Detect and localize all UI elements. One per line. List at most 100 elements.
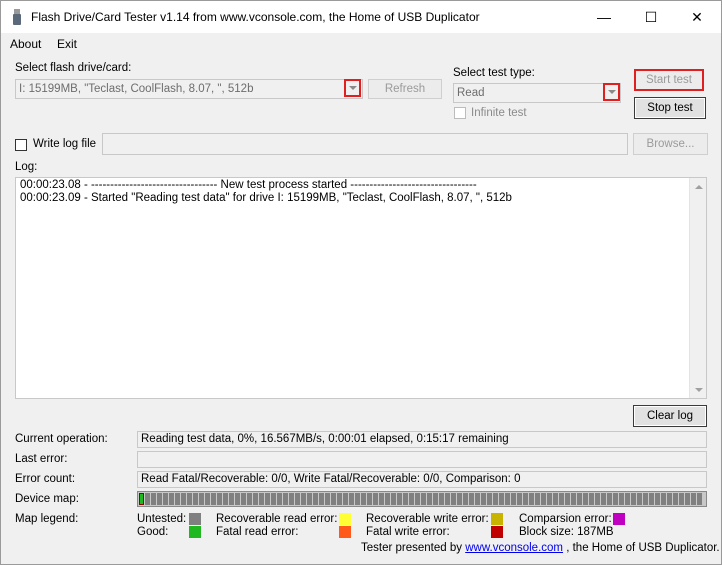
device-map-block <box>451 493 456 505</box>
device-map-block <box>481 493 486 505</box>
infinite-test-checkbox[interactable] <box>454 107 466 119</box>
device-map-block <box>553 493 558 505</box>
vconsole-link[interactable]: www.vconsole.com <box>465 542 563 554</box>
maximize-button[interactable]: ☐ <box>628 1 674 33</box>
test-type-dropdown-button[interactable] <box>603 83 620 101</box>
legend-fatal-write-label: Fatal write error: <box>366 526 450 538</box>
chevron-down-icon <box>348 86 357 90</box>
device-map-block <box>655 493 660 505</box>
app-window: Flash Drive/Card Tester v1.14 from www.v… <box>0 0 722 565</box>
device-map-block <box>361 493 366 505</box>
browse-button[interactable]: Browse... <box>633 133 708 155</box>
usb-drive-icon <box>13 9 21 25</box>
device-map-block <box>325 493 330 505</box>
last-error-label: Last error: <box>15 453 68 465</box>
map-legend-label: Map legend: <box>15 513 79 525</box>
device-map-block <box>643 493 648 505</box>
device-map-block <box>511 493 516 505</box>
device-map-block <box>181 493 186 505</box>
minimize-button[interactable]: — <box>581 1 627 33</box>
test-type-label: Select test type: <box>453 67 535 79</box>
write-log-checkbox[interactable] <box>15 139 27 151</box>
device-map-block <box>409 493 414 505</box>
drive-label: Select flash drive/card: <box>15 62 132 74</box>
log-file-path-input[interactable] <box>102 133 628 155</box>
device-map-block <box>439 493 444 505</box>
device-map-block <box>589 493 594 505</box>
window-title: Flash Drive/Card Tester v1.14 from www.v… <box>31 10 480 24</box>
device-map-block <box>307 493 312 505</box>
device-map-block <box>373 493 378 505</box>
device-map-block <box>229 493 234 505</box>
clear-log-button[interactable]: Clear log <box>633 405 707 427</box>
legend-untested-label: Untested: <box>137 513 187 525</box>
device-map-block <box>169 493 174 505</box>
device-map-block <box>475 493 480 505</box>
device-map-block <box>175 493 180 505</box>
device-map-block <box>463 493 468 505</box>
device-map-block <box>427 493 432 505</box>
device-map-block <box>145 493 150 505</box>
device-map-block <box>649 493 654 505</box>
refresh-button[interactable]: Refresh <box>368 79 442 99</box>
device-map-block <box>193 493 198 505</box>
device-map-block <box>433 493 438 505</box>
device-map-block <box>457 493 462 505</box>
device-map-block <box>355 493 360 505</box>
device-map-block <box>619 493 624 505</box>
device-map-block <box>253 493 258 505</box>
log-textarea[interactable]: 00:00:23.08 - --------------------------… <box>15 177 707 399</box>
device-map-block <box>391 493 396 505</box>
device-map-block <box>385 493 390 505</box>
title-bar: Flash Drive/Card Tester v1.14 from www.v… <box>1 1 721 33</box>
device-map-block <box>271 493 276 505</box>
scroll-up-arrow-icon[interactable] <box>690 178 707 195</box>
legend-comparison-label: Comparsion error: <box>519 513 612 525</box>
device-map-block <box>397 493 402 505</box>
device-map-block <box>469 493 474 505</box>
test-type-select[interactable]: Read <box>453 83 621 103</box>
device-map-block <box>277 493 282 505</box>
device-map-block <box>625 493 630 505</box>
close-button[interactable]: ✕ <box>674 1 720 33</box>
log-line: 00:00:23.08 - --------------------------… <box>20 179 477 191</box>
device-map-block <box>139 493 144 505</box>
log-scrollbar[interactable] <box>689 178 706 398</box>
current-operation-value: Reading test data, 0%, 16.567MB/s, 0:00:… <box>137 431 707 448</box>
device-map-block <box>601 493 606 505</box>
drive-select[interactable]: I: 15199MB, "Teclast, CoolFlash, 8.07, "… <box>15 79 363 99</box>
device-map-block <box>499 493 504 505</box>
device-map-block <box>151 493 156 505</box>
footer-suffix: , the Home of USB Duplicator. <box>566 542 720 554</box>
device-map-block <box>421 493 426 505</box>
device-map-block <box>559 493 564 505</box>
device-map-block <box>163 493 168 505</box>
device-map-block <box>217 493 222 505</box>
device-map-block <box>637 493 642 505</box>
menu-about[interactable]: About <box>10 37 41 51</box>
last-error-value <box>137 451 707 468</box>
stop-test-button[interactable]: Stop test <box>634 97 706 119</box>
error-count-value: Read Fatal/Recoverable: 0/0, Write Fatal… <box>137 471 707 488</box>
device-map-label: Device map: <box>15 493 79 505</box>
infinite-test-label: Infinite test <box>471 107 527 119</box>
device-map-block <box>415 493 420 505</box>
menu-exit[interactable]: Exit <box>57 37 77 51</box>
device-map-block <box>445 493 450 505</box>
test-type-value: Read <box>457 87 485 99</box>
device-map-block <box>523 493 528 505</box>
device-map-block <box>505 493 510 505</box>
legend-recoverable-write-swatch <box>491 513 503 525</box>
device-map-block <box>301 493 306 505</box>
scroll-down-arrow-icon[interactable] <box>690 381 707 398</box>
drive-dropdown-button[interactable] <box>344 79 361 97</box>
legend-untested-swatch <box>189 513 201 525</box>
legend-recoverable-write-label: Recoverable write error: <box>366 513 489 525</box>
device-map-block <box>223 493 228 505</box>
device-map-block <box>187 493 192 505</box>
device-map-block <box>403 493 408 505</box>
device-map-block <box>667 493 672 505</box>
start-test-button[interactable]: Start test <box>634 69 704 91</box>
device-map-block <box>313 493 318 505</box>
device-map-block <box>331 493 336 505</box>
